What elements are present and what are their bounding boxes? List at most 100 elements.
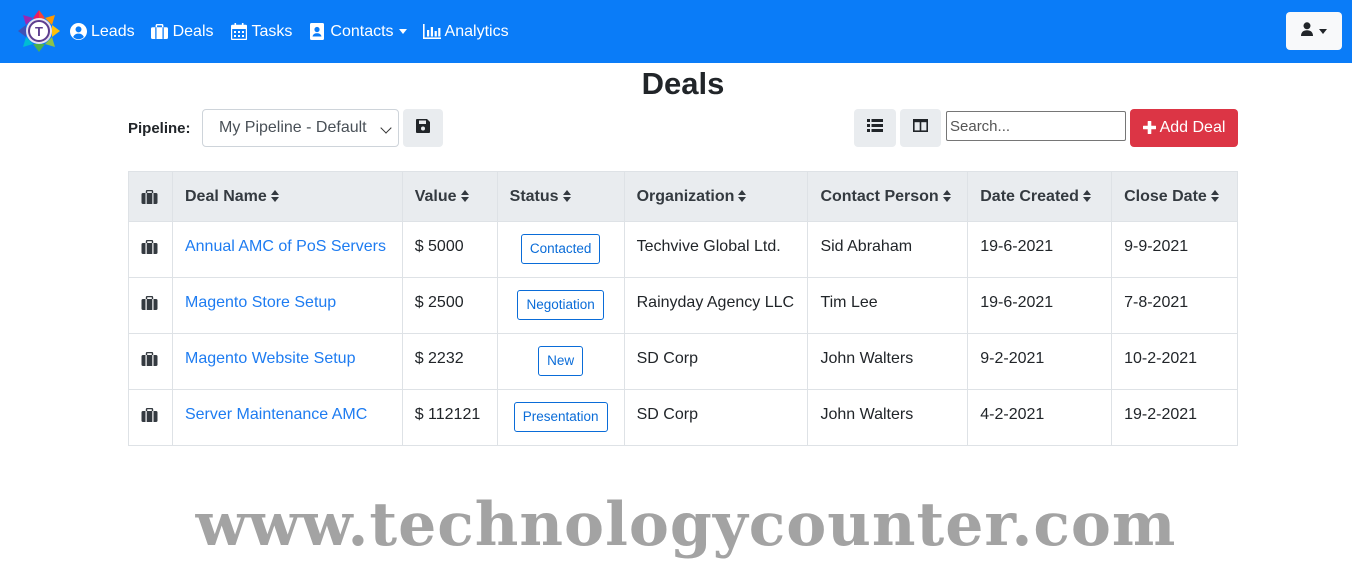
status-badge: Contacted bbox=[520, 234, 601, 264]
floppy-disk-icon bbox=[416, 118, 430, 138]
header-contact-person[interactable]: Contact Person bbox=[807, 171, 969, 222]
briefcase-icon bbox=[141, 295, 159, 310]
contact-person-cell: John Walters bbox=[807, 333, 969, 390]
nav-contacts[interactable]: Contacts bbox=[308, 22, 407, 41]
deal-name-link[interactable]: Annual AMC of PoS Servers bbox=[185, 238, 386, 255]
deal-name-link[interactable]: Server Maintenance AMC bbox=[185, 406, 367, 423]
table-row: Server Maintenance AMC $ 112121 Presenta… bbox=[128, 389, 1238, 446]
row-icon-cell bbox=[128, 221, 173, 278]
save-pipeline-button[interactable] bbox=[403, 109, 443, 147]
sort-icon bbox=[1082, 189, 1091, 202]
header-organization[interactable]: Organization bbox=[623, 171, 809, 222]
deal-name-cell: Annual AMC of PoS Servers bbox=[171, 221, 403, 278]
chevron-down-icon bbox=[380, 122, 392, 134]
nav-tasks[interactable]: Tasks bbox=[230, 22, 293, 41]
nav-leads-label: Leads bbox=[91, 22, 135, 40]
add-deal-button[interactable]: Add Deal bbox=[1130, 109, 1238, 147]
chevron-down-icon bbox=[1319, 28, 1327, 34]
organization-cell: SD Corp bbox=[623, 389, 809, 446]
contact-person-cell: Tim Lee bbox=[807, 277, 969, 334]
header-status[interactable]: Status bbox=[496, 171, 625, 222]
organization-cell: Rainyday Agency LLC bbox=[623, 277, 809, 334]
add-deal-label: Add Deal bbox=[1159, 119, 1226, 136]
header-close-date[interactable]: Close Date bbox=[1111, 171, 1238, 222]
contact-person-cell: John Walters bbox=[807, 389, 969, 446]
watermark-text: www.technologycounter.com bbox=[195, 490, 1177, 560]
date-created-cell: 19-6-2021 bbox=[967, 221, 1113, 278]
deal-name-link[interactable]: Magento Store Setup bbox=[185, 294, 336, 311]
date-created-cell: 4-2-2021 bbox=[967, 389, 1113, 446]
bar-chart-icon bbox=[422, 23, 441, 41]
header-deal-name-label: Deal Name bbox=[184, 188, 267, 205]
organization-cell: Techvive Global Ltd. bbox=[623, 221, 809, 278]
header-deal-name[interactable]: Deal Name bbox=[171, 171, 403, 222]
header-date-created[interactable]: Date Created bbox=[967, 171, 1113, 222]
nav-leads[interactable]: Leads bbox=[69, 23, 135, 41]
status-badge: Presentation bbox=[513, 402, 608, 432]
status-cell: New bbox=[496, 333, 625, 390]
user-menu-button[interactable] bbox=[1286, 12, 1342, 50]
sort-icon bbox=[270, 189, 279, 202]
deal-name-link[interactable]: Magento Website Setup bbox=[185, 350, 355, 367]
svg-text:T: T bbox=[35, 24, 43, 39]
contact-person-cell: Sid Abraham bbox=[807, 221, 969, 278]
search-input[interactable] bbox=[946, 111, 1126, 141]
chevron-down-icon bbox=[398, 29, 407, 34]
list-view-button[interactable] bbox=[854, 109, 896, 147]
header-organization-label: Organization bbox=[636, 188, 735, 205]
briefcase-icon bbox=[141, 407, 159, 422]
date-created-cell: 9-2-2021 bbox=[967, 333, 1113, 390]
nav-deals[interactable]: Deals bbox=[151, 23, 214, 41]
page-title: Deals bbox=[641, 66, 725, 101]
table-header-row: Deal Name Value Status Organization Cont… bbox=[128, 171, 1238, 222]
nav-tasks-label: Tasks bbox=[251, 22, 293, 40]
address-card-icon bbox=[308, 23, 326, 41]
header-close-date-label: Close Date bbox=[1124, 188, 1207, 205]
header-value-label: Value bbox=[414, 188, 457, 205]
list-icon bbox=[867, 119, 883, 137]
columns-icon bbox=[913, 119, 928, 137]
calendar-icon bbox=[230, 23, 248, 41]
deal-value: $ 5000 bbox=[401, 221, 498, 278]
header-value[interactable]: Value bbox=[401, 171, 498, 222]
status-badge: Negotiation bbox=[517, 290, 604, 320]
briefcase-icon bbox=[141, 351, 159, 366]
kanban-view-button[interactable] bbox=[900, 109, 941, 147]
deal-value: $ 112121 bbox=[401, 389, 498, 446]
app-logo[interactable]: T bbox=[17, 9, 61, 53]
table-row: Annual AMC of PoS Servers $ 5000 Contact… bbox=[128, 221, 1238, 278]
deal-value: $ 2500 bbox=[401, 277, 498, 334]
deal-name-cell: Server Maintenance AMC bbox=[171, 389, 403, 446]
nav-analytics[interactable]: Analytics bbox=[422, 23, 509, 41]
row-icon-cell bbox=[128, 389, 173, 446]
briefcase-icon bbox=[151, 23, 169, 41]
sort-icon bbox=[942, 189, 951, 202]
deal-name-cell: Magento Store Setup bbox=[171, 277, 403, 334]
sort-icon bbox=[1210, 189, 1219, 202]
header-contact-person-label: Contact Person bbox=[820, 188, 939, 205]
pipeline-select[interactable]: My Pipeline - Default bbox=[202, 109, 399, 147]
nav-contacts-label: Contacts bbox=[330, 22, 394, 40]
user-icon bbox=[1301, 21, 1313, 41]
briefcase-icon bbox=[141, 239, 159, 254]
date-created-cell: 19-6-2021 bbox=[967, 277, 1113, 334]
plus-icon bbox=[1142, 118, 1156, 139]
briefcase-icon bbox=[141, 189, 159, 204]
pipeline-select-value: My Pipeline - Default bbox=[219, 119, 367, 136]
deals-table: Deal Name Value Status Organization Cont… bbox=[128, 171, 1238, 446]
deal-name-cell: Magento Website Setup bbox=[171, 333, 403, 390]
nav-menu: Leads Deals Tasks Contacts Analytics bbox=[69, 0, 525, 63]
table-row: Magento Store Setup $ 2500 Negotiation R… bbox=[128, 277, 1238, 334]
close-date-cell: 7-8-2021 bbox=[1111, 277, 1238, 334]
status-badge: New bbox=[538, 346, 584, 376]
sort-icon bbox=[562, 189, 571, 202]
top-navbar: T Leads Deals Tasks Contacts Analytics bbox=[0, 0, 1352, 63]
status-cell: Contacted bbox=[496, 221, 625, 278]
deal-value: $ 2232 bbox=[401, 333, 498, 390]
header-status-label: Status bbox=[509, 188, 559, 205]
close-date-cell: 19-2-2021 bbox=[1111, 389, 1238, 446]
header-date-created-label: Date Created bbox=[980, 188, 1079, 205]
status-cell: Presentation bbox=[496, 389, 625, 446]
user-circle-icon bbox=[69, 23, 87, 41]
row-icon-cell bbox=[128, 333, 173, 390]
